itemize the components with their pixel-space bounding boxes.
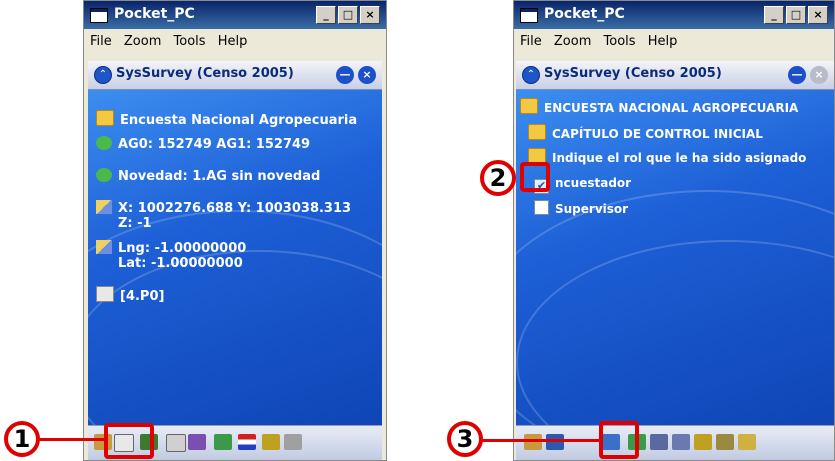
sync-icon[interactable] — [214, 434, 232, 450]
callout-badge-2: 2 — [480, 160, 516, 196]
list-item[interactable]: X: 1002276.688 Y: 1003038.313 — [96, 200, 351, 216]
map-icon — [96, 136, 112, 150]
maximize-button[interactable]: □ — [786, 6, 806, 24]
list-item[interactable]: [4.P0] — [96, 286, 164, 304]
close-app-icon[interactable]: × — [358, 66, 376, 84]
pocket-pc-window-1: Pocket_PC _ □ × File Zoom Tools Help ⌃ S… — [83, 0, 387, 461]
maximize-button[interactable]: □ — [338, 6, 358, 24]
list-item[interactable]: Novedad: 1.AG sin novedad — [96, 168, 320, 184]
device-screen: ⌃ SysSurvey (Censo 2005) — × Encuesta Na… — [88, 61, 382, 460]
paste-icon[interactable] — [188, 434, 206, 450]
callout-badge-1: 1 — [4, 421, 40, 457]
brush-icon[interactable] — [694, 434, 712, 450]
menu-zoom[interactable]: Zoom — [124, 34, 161, 49]
window-icon — [520, 8, 538, 23]
list-item[interactable]: Indique el rol que le ha sido asignado — [528, 148, 806, 165]
close-button[interactable]: × — [808, 6, 828, 24]
highlight-box-1 — [104, 423, 154, 459]
menu-file[interactable]: File — [90, 34, 112, 49]
list-item[interactable]: Lng: -1.00000000 — [96, 240, 246, 256]
window-title: Pocket_PC — [114, 6, 195, 22]
device-screen: ⌃ SysSurvey (Censo 2005) — × ENCUESTA NA… — [516, 61, 834, 460]
minimize-button[interactable]: _ — [316, 6, 336, 24]
menu-bar: File Zoom Tools Help — [514, 31, 834, 53]
flag-icon[interactable] — [238, 434, 256, 450]
close-app-icon[interactable]: × — [810, 66, 828, 84]
brush-icon[interactable] — [262, 434, 280, 450]
minimize-app-icon[interactable]: — — [788, 66, 806, 84]
folder-icon — [520, 98, 538, 114]
minimize-button[interactable]: _ — [764, 6, 784, 24]
app-title: SysSurvey (Censo 2005) — [116, 66, 294, 81]
dropdown-icon[interactable]: ⌃ — [522, 66, 540, 84]
search-icon[interactable] — [716, 434, 734, 450]
window-title: Pocket_PC — [544, 6, 625, 22]
structure-icon[interactable] — [672, 434, 690, 450]
title-bar: Pocket_PC _ □ × — [84, 1, 386, 29]
menu-help[interactable]: Help — [218, 34, 248, 49]
save-icon[interactable] — [546, 434, 564, 450]
coordinate-icon — [96, 240, 112, 254]
tree-icon[interactable] — [650, 434, 668, 450]
callout-line-3 — [482, 439, 600, 442]
coordinate-icon[interactable] — [738, 434, 756, 450]
role-option-supervisor[interactable]: Supervisor — [534, 200, 628, 216]
toolbar — [516, 425, 834, 460]
pocket-pc-window-2: Pocket_PC _ □ × File Zoom Tools Help ⌃ S… — [513, 0, 835, 461]
close-button[interactable]: × — [360, 6, 380, 24]
list-item[interactable]: AG0: 152749 AG1: 152749 — [96, 136, 310, 152]
menu-help[interactable]: Help — [648, 34, 678, 49]
folder-icon — [528, 124, 546, 140]
list-item[interactable]: CAPÍTULO DE CONTROL INICIAL — [528, 124, 763, 141]
list-item-detail: Z: -1 — [118, 216, 152, 231]
content-area: Encuesta Nacional Agropecuaria AG0: 1527… — [88, 90, 382, 460]
edit-icon — [96, 286, 114, 302]
menu-tools[interactable]: Tools — [174, 34, 206, 49]
list-item-detail: Lat: -1.00000000 — [118, 256, 243, 271]
menu-tools[interactable]: Tools — [604, 34, 636, 49]
menu-zoom[interactable]: Zoom — [554, 34, 591, 49]
measure-icon[interactable] — [284, 434, 302, 450]
coordinate-icon — [96, 200, 112, 214]
app-header: ⌃ SysSurvey (Censo 2005) — × — [516, 61, 834, 90]
dropdown-icon[interactable]: ⌃ — [94, 66, 112, 84]
list-item[interactable]: ENCUESTA NACIONAL AGROPECUARIA — [520, 98, 798, 115]
list-item[interactable]: Encuesta Nacional Agropecuaria — [96, 110, 357, 128]
callout-line-1 — [39, 438, 105, 441]
content-area: ENCUESTA NACIONAL AGROPECUARIA CAPÍTULO … — [516, 90, 834, 460]
highlight-box-3 — [599, 421, 639, 459]
checkbox-empty-icon[interactable] — [534, 200, 549, 215]
copy-icon[interactable] — [166, 434, 186, 452]
folder-icon — [96, 110, 114, 126]
app-header: ⌃ SysSurvey (Censo 2005) — × — [88, 61, 382, 90]
highlight-box-2 — [520, 162, 550, 192]
minimize-app-icon[interactable]: — — [336, 66, 354, 84]
callout-badge-3: 3 — [447, 421, 483, 457]
menu-bar: File Zoom Tools Help — [84, 31, 386, 53]
app-title: SysSurvey (Censo 2005) — [544, 66, 722, 81]
menu-file[interactable]: File — [520, 34, 542, 49]
window-icon — [90, 8, 108, 23]
home-icon[interactable] — [524, 434, 542, 450]
title-bar: Pocket_PC _ □ × — [514, 1, 834, 29]
person-icon — [96, 168, 112, 182]
